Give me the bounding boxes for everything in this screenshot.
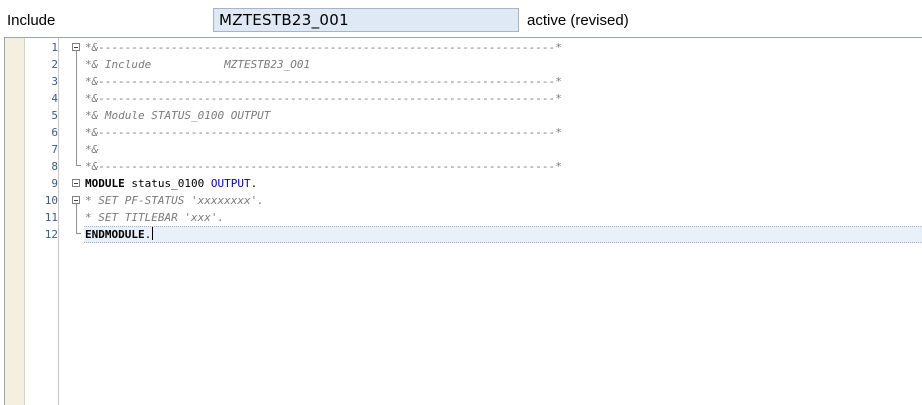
code-line[interactable]: MODULE status_0100 OUTPUT. — [85, 175, 257, 192]
text-cursor — [152, 227, 154, 240]
code-line[interactable]: *&--------------------------------------… — [85, 39, 562, 56]
line-number: 3 — [51, 75, 58, 88]
header-bar: Include MZTESTB23_001 active (revised) — [0, 0, 922, 36]
status-text: active (revised) — [527, 12, 629, 29]
code-line[interactable]: *& Include MZTESTB23_O01 — [85, 56, 310, 73]
line-number: 2 — [51, 58, 58, 71]
line-number: 4 — [51, 92, 58, 105]
code-line[interactable]: *& Module STATUS_0100 OUTPUT — [85, 107, 270, 124]
identifier: status_0100 — [124, 177, 211, 190]
punctuation: . — [144, 228, 152, 241]
line-number: 9 — [51, 177, 58, 190]
code-line[interactable]: *&--------------------------------------… — [85, 158, 562, 175]
line-number: 6 — [51, 126, 58, 139]
line-number: 7 — [51, 143, 58, 156]
fold-line — [76, 204, 77, 233]
code-line[interactable]: *&--------------------------------------… — [85, 90, 562, 107]
code-editor[interactable]: 1 2 3 4 5 6 7 8 9 10 11 12 *&-----------… — [4, 37, 922, 405]
include-label: Include — [7, 12, 56, 29]
bookmark-gutter[interactable] — [5, 38, 25, 405]
fold-end — [76, 233, 81, 234]
code-line[interactable]: *&--------------------------------------… — [85, 124, 562, 141]
line-number: 12 — [44, 228, 58, 241]
fold-end — [76, 165, 81, 166]
line-number: 11 — [44, 211, 58, 224]
code-line[interactable]: ENDMODULE. — [85, 226, 154, 243]
current-line-highlight — [84, 226, 922, 243]
code-line[interactable]: *& — [85, 141, 98, 158]
line-number: 8 — [51, 160, 58, 173]
punctuation: . — [250, 177, 258, 190]
line-number: 5 — [51, 109, 58, 122]
code-line[interactable]: * SET PF-STATUS 'xxxxxxxx'. — [85, 192, 264, 209]
keyword: ENDMODULE — [85, 228, 145, 241]
fold-toggle-icon[interactable] — [72, 196, 80, 204]
keyword: OUTPUT — [210, 177, 251, 190]
keyword: MODULE — [85, 177, 125, 190]
line-number: 10 — [44, 194, 58, 207]
fold-line — [76, 51, 77, 165]
code-line[interactable]: * SET TITLEBAR 'xxx'. — [85, 209, 224, 226]
code-line[interactable]: *&--------------------------------------… — [85, 73, 562, 90]
include-name-field[interactable]: MZTESTB23_001 — [213, 8, 519, 32]
fold-toggle-icon[interactable] — [72, 179, 80, 187]
line-number: 1 — [51, 41, 58, 54]
fold-toggle-icon[interactable] — [72, 43, 80, 51]
